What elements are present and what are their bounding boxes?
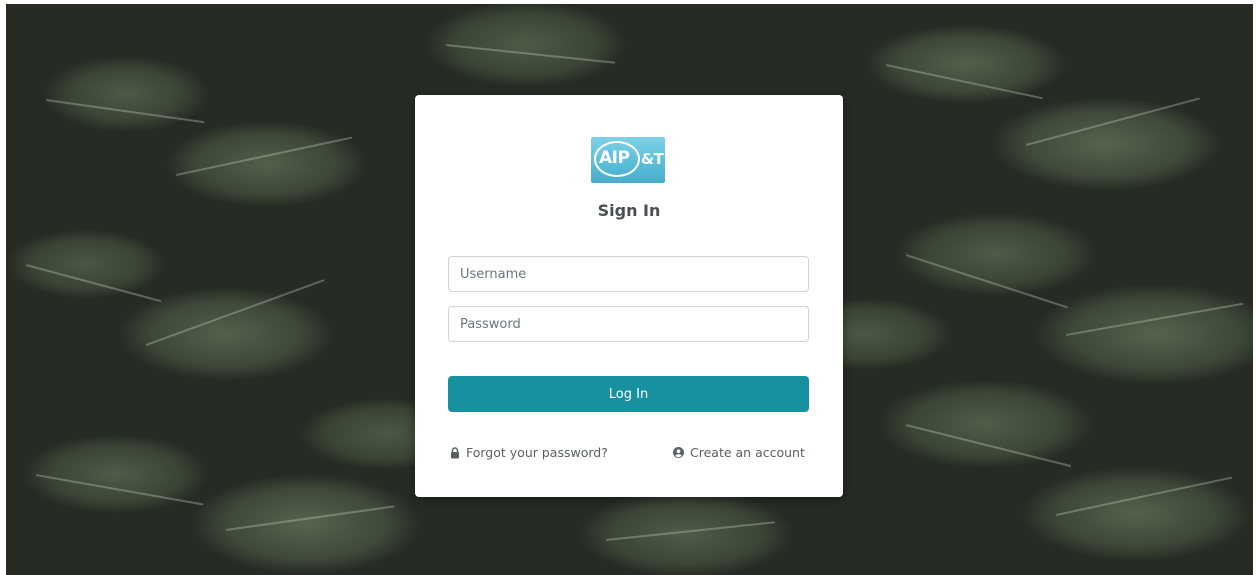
forgot-password-label: Forgot your password?: [466, 445, 608, 460]
login-card: AIP &T Sign In Log In Forgot your passwo…: [415, 95, 843, 497]
create-account-link[interactable]: Create an account: [673, 445, 805, 460]
login-page: AIP &T Sign In Log In Forgot your passwo…: [0, 0, 1257, 575]
user-circle-icon: [673, 447, 684, 458]
lock-icon: [450, 446, 460, 459]
logo-suffix-text: &T: [641, 150, 664, 168]
company-logo: AIP &T: [591, 137, 665, 183]
page-title: Sign In: [597, 201, 661, 220]
forgot-password-link[interactable]: Forgot your password?: [450, 445, 608, 460]
username-input[interactable]: [448, 256, 809, 292]
login-button[interactable]: Log In: [448, 376, 809, 412]
password-input[interactable]: [448, 306, 809, 342]
logo-main-text: AIP: [599, 148, 630, 168]
create-account-label: Create an account: [690, 445, 805, 460]
